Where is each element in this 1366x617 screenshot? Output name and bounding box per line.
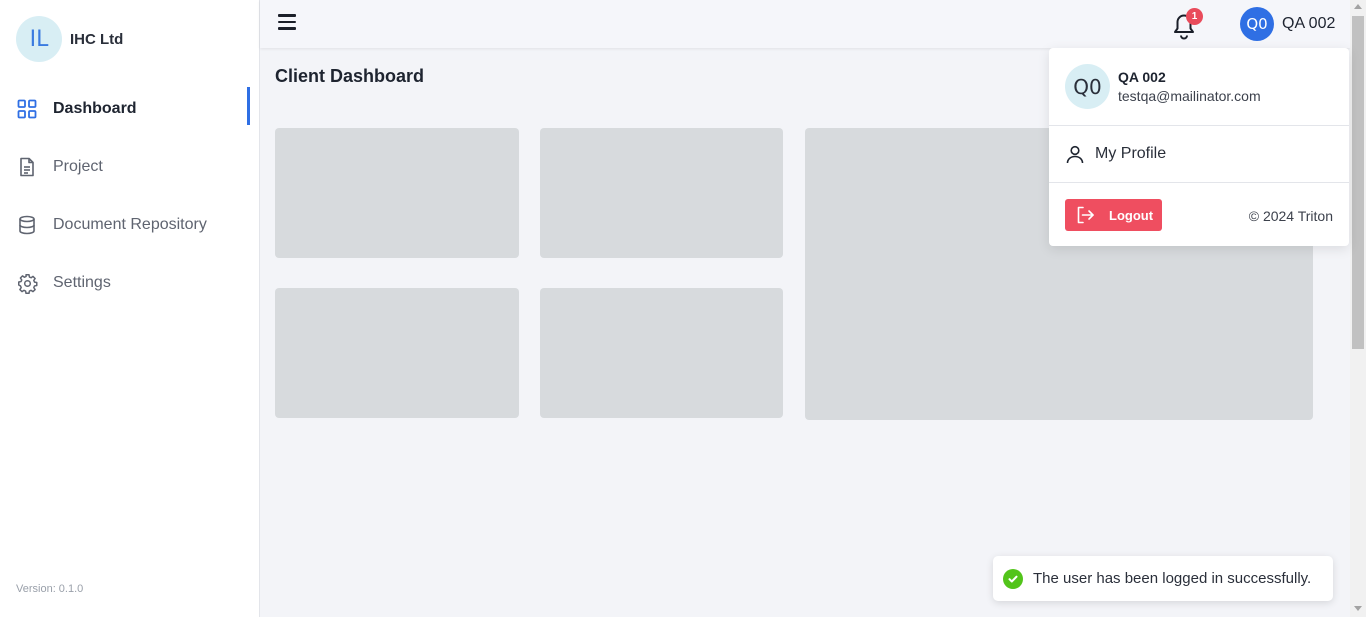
scroll-down-arrow[interactable] — [1354, 606, 1362, 611]
divider — [1049, 125, 1349, 126]
database-icon — [16, 214, 38, 236]
avatar: Q0 — [1065, 64, 1110, 109]
sidebar-item-label: Dashboard — [53, 100, 137, 117]
divider — [1049, 182, 1349, 183]
logout-label: Logout — [1109, 207, 1154, 223]
sidebar: IL IHC Ltd Dashboard Project Document Re… — [0, 0, 260, 617]
logout-icon — [1077, 206, 1094, 224]
my-profile-link[interactable]: My Profile — [1065, 144, 1166, 164]
sidebar-nav: Dashboard Project Document Repository Se… — [0, 80, 250, 312]
document-icon — [16, 156, 38, 178]
grid-icon — [16, 98, 38, 120]
user-name: QA 002 — [1282, 15, 1336, 32]
dropdown-user-info: Q0 QA 002 testqa@mailinator.com — [1065, 64, 1261, 109]
scroll-up-arrow[interactable] — [1354, 4, 1362, 9]
user-menu-button[interactable]: Q0 QA 002 — [1240, 7, 1335, 41]
org-avatar: IL — [16, 16, 62, 62]
dropdown-user-name: QA 002 — [1118, 69, 1166, 85]
skeleton-card — [275, 288, 519, 418]
page-title: Client Dashboard — [275, 66, 425, 86]
sidebar-item-settings[interactable]: Settings — [0, 254, 250, 312]
skeleton-card — [275, 128, 519, 258]
avatar: Q0 — [1240, 7, 1274, 41]
topbar: 1 Q0 QA 002 — [260, 0, 1350, 48]
notification-count-badge: 1 — [1186, 8, 1203, 25]
hamburger-icon[interactable] — [278, 14, 298, 34]
org-name: IHC Ltd — [70, 30, 124, 48]
sidebar-item-label: Project — [53, 158, 103, 175]
skeleton-card — [540, 288, 783, 418]
toast-message: The user has been logged in successfully… — [1033, 570, 1312, 587]
user-icon — [1066, 145, 1084, 164]
my-profile-label: My Profile — [1095, 145, 1167, 162]
user-dropdown: Q0 QA 002 testqa@mailinator.com My Profi… — [1049, 48, 1349, 246]
page-scrollbar[interactable] — [1350, 0, 1366, 617]
sidebar-item-dashboard[interactable]: Dashboard — [0, 80, 250, 138]
org-header: IL IHC Ltd — [16, 16, 123, 62]
logout-button[interactable]: Logout — [1065, 199, 1162, 231]
sidebar-item-label: Document Repository — [53, 216, 207, 233]
sidebar-item-label: Settings — [53, 274, 111, 291]
skeleton-card — [540, 128, 783, 258]
dropdown-user-email: testqa@mailinator.com — [1118, 88, 1261, 104]
copyright-text: © 2024 Triton — [1248, 208, 1333, 224]
version-label: Version: 0.1.0 — [16, 583, 84, 595]
sidebar-item-project[interactable]: Project — [0, 138, 250, 196]
success-toast: The user has been logged in successfully… — [993, 556, 1333, 601]
check-circle-icon — [1003, 568, 1023, 589]
scroll-thumb[interactable] — [1352, 16, 1364, 349]
notifications-button[interactable]: 1 — [1170, 8, 1203, 40]
sidebar-item-document-repository[interactable]: Document Repository — [0, 196, 250, 254]
gear-icon — [16, 272, 38, 294]
